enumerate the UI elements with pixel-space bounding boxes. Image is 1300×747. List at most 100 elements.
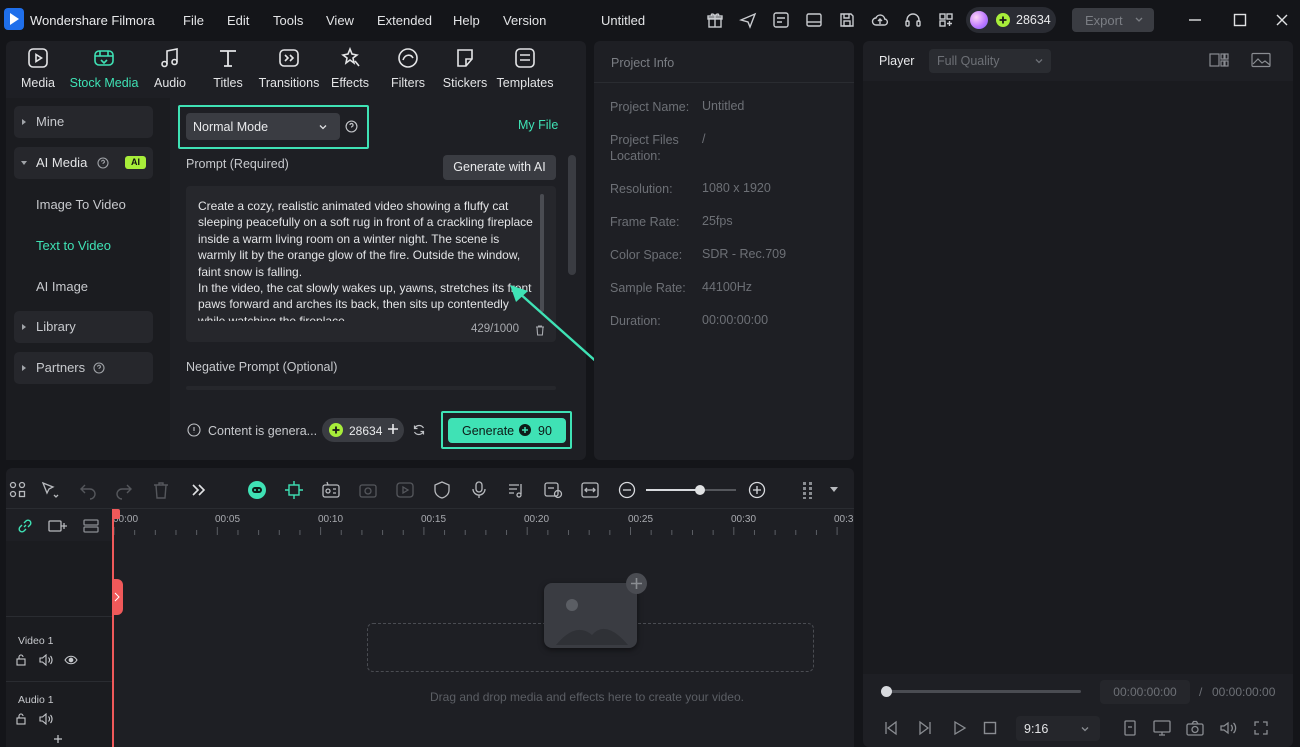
tick-label: 00:25 xyxy=(628,514,654,525)
player-progress-track[interactable] xyxy=(884,690,1081,693)
display-icon[interactable] xyxy=(1153,720,1171,736)
menu-version[interactable]: Version xyxy=(503,13,546,28)
player-progress-handle[interactable] xyxy=(881,686,892,697)
tab-audio[interactable]: Audio xyxy=(139,46,201,90)
track-layout-icon[interactable] xyxy=(800,480,820,500)
template-icon[interactable] xyxy=(772,11,790,29)
menu-help[interactable]: Help xyxy=(453,13,480,28)
fullscreen-icon[interactable] xyxy=(1254,721,1268,735)
menu-extended[interactable]: Extended xyxy=(377,13,432,28)
playhead-line xyxy=(112,509,114,747)
tab-media[interactable]: Media xyxy=(7,46,69,90)
layout-grid-icon[interactable] xyxy=(8,480,28,500)
sidebar-item-ai-image[interactable]: AI Image xyxy=(36,279,88,294)
auto-reframe-icon[interactable] xyxy=(543,480,563,500)
tab-stickers[interactable]: Stickers xyxy=(434,46,496,90)
aspect-ratio-select[interactable]: 9:16 xyxy=(1016,716,1100,741)
tab-titles[interactable]: Titles xyxy=(197,46,259,90)
zoom-in-icon[interactable] xyxy=(747,480,767,500)
divider xyxy=(6,681,112,682)
tab-filters[interactable]: Filters xyxy=(377,46,439,90)
credit-balance-pill[interactable]: 28634 xyxy=(322,418,404,442)
sidebar-item-partners[interactable]: Partners xyxy=(14,352,153,384)
grid-view-icon[interactable] xyxy=(1209,52,1229,68)
tab-label: Transitions xyxy=(258,76,320,90)
delete-icon[interactable] xyxy=(151,480,171,500)
quality-select[interactable]: Full Quality xyxy=(929,49,1051,73)
player-title: Player xyxy=(879,54,915,68)
headset-icon[interactable] xyxy=(904,11,922,29)
maximize-icon[interactable] xyxy=(1233,13,1247,27)
cloud-upload-icon[interactable] xyxy=(871,11,889,29)
camera-icon[interactable] xyxy=(1186,720,1204,736)
shield-icon[interactable] xyxy=(432,480,452,500)
play-icon[interactable] xyxy=(951,720,967,736)
sidebar-item-mine[interactable]: Mine xyxy=(14,106,153,138)
audio-mix-icon[interactable] xyxy=(506,480,526,500)
fit-width-icon[interactable] xyxy=(580,480,600,500)
plus-icon[interactable] xyxy=(387,423,399,435)
tab-effects[interactable]: Effects xyxy=(319,46,381,90)
ai-edit-icon[interactable] xyxy=(321,480,341,500)
menu-edit[interactable]: Edit xyxy=(227,13,249,28)
menu-tools[interactable]: Tools xyxy=(273,13,303,28)
playhead-handle[interactable] xyxy=(112,579,123,615)
sidebar-item-image-to-video[interactable]: Image To Video xyxy=(36,197,126,212)
ai-assistant-icon[interactable] xyxy=(247,480,267,500)
eye-icon[interactable] xyxy=(64,655,78,665)
sidebar-item-library[interactable]: Library xyxy=(14,311,153,343)
menu-view[interactable]: View xyxy=(326,13,354,28)
gift-icon[interactable] xyxy=(706,11,724,29)
prev-frame-icon[interactable] xyxy=(883,720,899,736)
lock-icon[interactable] xyxy=(16,713,28,725)
camera-edit-icon[interactable] xyxy=(358,480,378,500)
playhead-top[interactable] xyxy=(112,509,120,519)
minimize-icon[interactable] xyxy=(1188,13,1202,27)
select-cursor-icon[interactable] xyxy=(40,480,60,500)
panel-scrollbar[interactable] xyxy=(568,155,576,275)
add-track-plus-icon[interactable] xyxy=(54,735,62,743)
tab-stock-media[interactable]: Stock Media xyxy=(68,46,140,90)
more-tools-icon[interactable] xyxy=(188,480,208,500)
credits-pill[interactable]: 28634 xyxy=(966,7,1056,33)
caret-down-icon[interactable] xyxy=(830,487,838,493)
help-icon[interactable] xyxy=(93,362,105,374)
stop-icon[interactable] xyxy=(983,721,997,735)
help-icon[interactable] xyxy=(97,157,109,169)
close-icon[interactable] xyxy=(1275,13,1289,27)
volume-icon[interactable] xyxy=(39,713,53,725)
refresh-icon[interactable] xyxy=(412,423,426,437)
export-button[interactable]: Export xyxy=(1072,8,1154,32)
my-file-link[interactable]: My File xyxy=(518,118,558,132)
apps-grid-icon[interactable] xyxy=(937,11,955,29)
zoom-out-icon[interactable] xyxy=(617,480,637,500)
avatar[interactable] xyxy=(970,11,988,29)
player-preview[interactable] xyxy=(863,81,1293,674)
add-media-icon[interactable] xyxy=(626,573,647,594)
sidebar-item-ai-media[interactable]: AI Media AI xyxy=(14,147,153,179)
undo-icon[interactable] xyxy=(78,480,98,500)
generate-with-ai-button[interactable]: Generate with AI xyxy=(443,155,556,180)
redo-icon[interactable] xyxy=(114,480,134,500)
track-manager-icon[interactable] xyxy=(82,518,100,534)
link-icon[interactable] xyxy=(17,518,33,534)
next-frame-icon[interactable] xyxy=(917,720,933,736)
save-icon[interactable] xyxy=(838,11,856,29)
volume-icon[interactable] xyxy=(39,654,53,666)
zoom-slider-handle[interactable] xyxy=(695,485,705,495)
snap-icon[interactable] xyxy=(284,480,304,500)
volume-icon[interactable] xyxy=(1219,720,1237,736)
add-track-icon[interactable] xyxy=(48,518,68,534)
play-circle-icon[interactable] xyxy=(395,480,415,500)
send-icon[interactable] xyxy=(739,11,757,29)
layout-icon[interactable] xyxy=(805,11,823,29)
lock-icon[interactable] xyxy=(16,654,28,666)
menu-file[interactable]: File xyxy=(183,13,204,28)
tab-transitions[interactable]: Transitions xyxy=(258,46,320,90)
microphone-icon[interactable] xyxy=(469,480,489,500)
mark-icon[interactable] xyxy=(1123,720,1137,736)
aspect-ratio-value: 9:16 xyxy=(1024,722,1049,736)
tab-templates[interactable]: Templates xyxy=(494,46,556,90)
sidebar-item-text-to-video[interactable]: Text to Video xyxy=(36,238,111,253)
snapshot-image-icon[interactable] xyxy=(1251,52,1271,68)
